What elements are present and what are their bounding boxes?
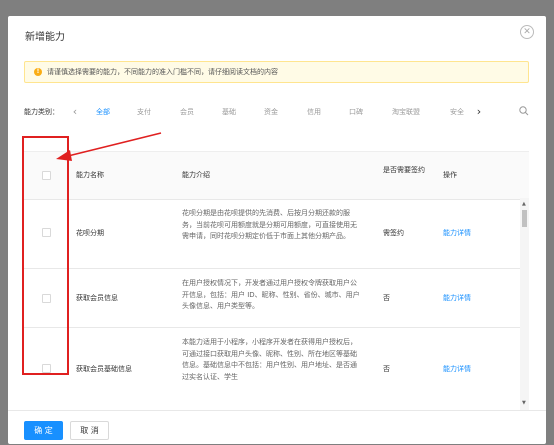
capability-desc: 在用户授权情况下，开发者通过用户授权令牌获取用户公开信息，包括：用户 ID、昵称… xyxy=(182,279,360,310)
scroll-up-icon[interactable]: ▲ xyxy=(522,201,526,207)
tab-credit[interactable]: 信用 xyxy=(307,104,321,120)
header-sign: 是否需要签约 xyxy=(383,166,425,174)
tab-payment[interactable]: 支付 xyxy=(137,104,151,120)
category-filter-bar: 能力类别： ‹ 全部 支付 会员 基础 资金 信用 口碑 淘宝联盟 安全 › xyxy=(24,104,536,120)
table-row: 获取会员基础信息 本能力适用于小程序，小程序开发者在获得用户授权后，可通过接口获… xyxy=(24,327,520,410)
sign-required: 需签约 xyxy=(383,229,404,237)
notice-banner: ! 请谨慎选择需要的能力，不同能力的准入门槛不同，请仔细阅读文档的内容 xyxy=(24,61,529,83)
confirm-button[interactable]: 确 定 xyxy=(24,421,63,440)
category-label: 能力类别： xyxy=(24,108,59,116)
capability-detail-link[interactable]: 能力详情 xyxy=(443,364,471,374)
notice-text: 请谨慎选择需要的能力，不同能力的准入门槛不同，请仔细阅读文档的内容 xyxy=(47,68,278,76)
search-icon[interactable] xyxy=(518,105,530,117)
table-row: 花呗分期 花呗分期是由花呗提供的先消费、后按月分期还款的服务，当前花呗可用额度就… xyxy=(24,198,520,269)
table-header: 能力名称 能力介绍 是否需要签约 操作 xyxy=(24,151,529,200)
close-icon[interactable]: ✕ xyxy=(520,25,534,39)
tab-all[interactable]: 全部 xyxy=(96,104,110,120)
sign-required: 否 xyxy=(383,365,390,373)
capability-desc: 花呗分期是由花呗提供的先消费、后按月分期还款的服务，当前花呗可用额度就是分期可用… xyxy=(182,209,357,240)
warning-icon: ! xyxy=(34,68,42,76)
capability-detail-link[interactable]: 能力详情 xyxy=(443,228,471,238)
tab-taobao-union[interactable]: 淘宝联盟 xyxy=(392,104,420,120)
table-scrollbar[interactable]: ▲ ▼ xyxy=(520,198,529,410)
capability-detail-link[interactable]: 能力详情 xyxy=(443,293,471,303)
next-category-icon[interactable]: › xyxy=(472,105,486,119)
tab-security[interactable]: 安全 xyxy=(450,104,464,120)
sign-required: 否 xyxy=(383,294,390,302)
prev-category-icon[interactable]: ‹ xyxy=(68,105,82,119)
add-capability-dialog: 新增能力 ✕ ! 请谨慎选择需要的能力，不同能力的准入门槛不同，请仔细阅读文档的… xyxy=(8,16,546,444)
cancel-button[interactable]: 取 消 xyxy=(70,421,109,440)
tab-basic[interactable]: 基础 xyxy=(222,104,236,120)
table-row: 获取会员信息 在用户授权情况下，开发者通过用户授权令牌获取用户公开信息，包括：用… xyxy=(24,268,520,328)
tab-koubei[interactable]: 口碑 xyxy=(349,104,363,120)
annotation-highlight-box xyxy=(22,136,69,375)
capability-name: 花呗分期 xyxy=(76,229,104,237)
header-desc: 能力介绍 xyxy=(182,171,210,179)
capability-name: 获取会员信息 xyxy=(76,294,118,302)
dialog-title: 新增能力 xyxy=(25,32,65,43)
capability-list: 花呗分期 花呗分期是由花呗提供的先消费、后按月分期还款的服务，当前花呗可用额度就… xyxy=(24,198,520,410)
tab-member[interactable]: 会员 xyxy=(180,104,194,120)
scrollbar-thumb[interactable] xyxy=(522,210,527,227)
capability-name: 获取会员基础信息 xyxy=(76,365,132,373)
tab-funds[interactable]: 资金 xyxy=(264,104,278,120)
capability-desc: 本能力适用于小程序，小程序开发者在获得用户授权后，可通过接口获取用户头像、昵称、… xyxy=(182,338,357,381)
scroll-down-icon[interactable]: ▼ xyxy=(522,400,526,406)
header-name: 能力名称 xyxy=(76,171,104,179)
header-op: 操作 xyxy=(443,171,457,179)
dialog-footer: 确 定 取 消 xyxy=(8,410,546,444)
